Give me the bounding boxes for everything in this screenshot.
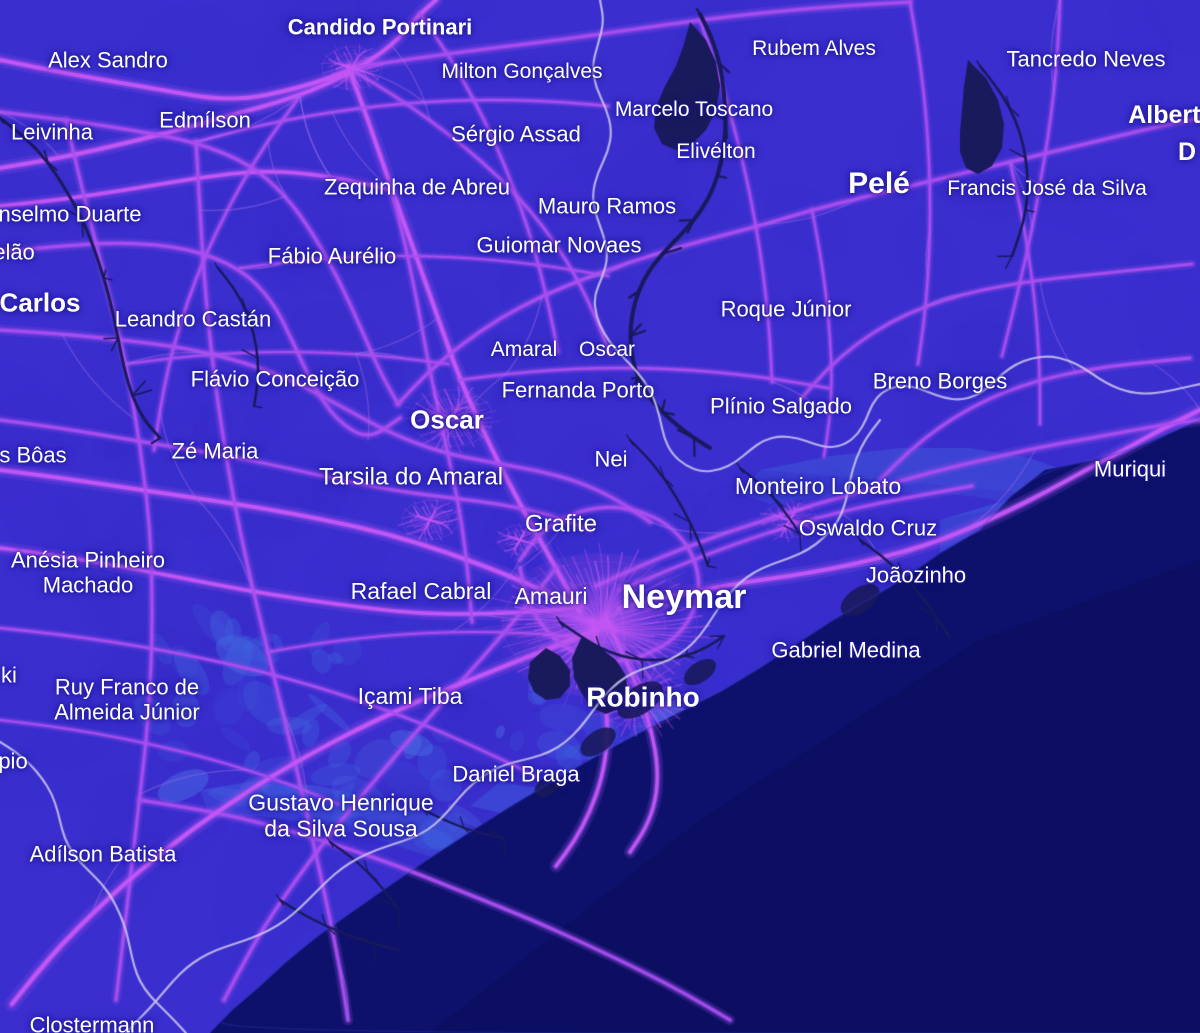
map-place-label[interactable]: Fernanda Porto [502,379,655,404]
map-place-label[interactable]: Elivélton [676,140,755,164]
map-place-label[interactable]: Grafite [525,512,597,539]
map-place-label[interactable]: Rubem Alves [752,37,876,61]
map-place-label[interactable]: Daniel Braga [452,763,579,788]
map-place-label[interactable]: Alex Sandro [48,49,168,74]
map-place-label[interactable]: Gabriel Medina [771,639,920,664]
map-place-label[interactable]: nselmo Duarte [0,203,142,228]
map-place-label[interactable]: Francis José da Silva [947,177,1147,201]
map-place-label[interactable]: Breno Borges [873,370,1008,395]
map-place-label[interactable]: Gustavo Henrique da Silva Sousa [248,790,433,842]
map-place-label[interactable]: Plínio Salgado [710,395,852,420]
map-place-label[interactable]: s Bôas [0,444,67,469]
map-place-label[interactable]: Muriqui [1094,458,1166,483]
map-place-label[interactable]: Zequinha de Abreu [324,176,510,201]
map-place-label[interactable]: Marcelo Toscano [615,98,773,122]
map-place-label[interactable]: Nei [594,448,627,473]
map-place-label[interactable]: elão [0,241,35,266]
map-place-label[interactable]: Edmílson [159,109,251,134]
map-place-label[interactable]: Clostermann [30,1014,155,1033]
map-place-label[interactable]: pio [0,750,28,775]
map-place-label[interactable]: Leandro Castán [115,308,272,333]
map-viewport[interactable]: Candido Portinari Rubem Alves Tancredo Nev… [0,0,1200,1033]
map-place-label[interactable]: Carlos [0,288,80,317]
map-place-label[interactable]: Anésia Pinheiro Machado [11,548,165,597]
map-place-label[interactable]: Amauri [515,584,588,610]
map-place-label[interactable]: Oscar [410,405,484,434]
map-place-label[interactable]: Oscar [579,338,635,362]
map-place-label[interactable]: Ruy Franco de Almeida Júnior [54,675,200,724]
map-place-label[interactable]: Sérgio Assad [451,123,581,148]
map-place-label[interactable]: ki [1,664,17,689]
map-place-label[interactable]: Içami Tiba [358,684,463,710]
map-place-label[interactable]: D [1178,138,1196,166]
map-place-label[interactable]: Mauro Ramos [538,195,676,220]
map-place-label[interactable]: Rafael Cabral [351,579,492,605]
map-place-label[interactable]: Pelé [848,167,910,201]
map-place-label[interactable]: Leivinha [11,121,93,146]
map-place-label[interactable]: Guiomar Novaes [476,234,641,259]
map-place-label[interactable]: Zé Maria [172,440,259,465]
map-place-label[interactable]: Oswaldo Cruz [799,517,937,542]
map-place-label[interactable]: Adílson Batista [30,843,177,868]
map-place-label[interactable]: Flávio Conceição [191,368,360,393]
map-place-label[interactable]: Milton Gonçalves [441,60,602,84]
map-place-label[interactable]: Tarsila do Amaral [319,465,503,492]
map-place-label[interactable]: Candido Portinari [288,16,473,41]
map-place-label[interactable]: Joãozinho [866,564,966,589]
map-place-label[interactable]: Tancredo Neves [1007,48,1166,73]
map-place-label[interactable]: Fábio Aurélio [268,245,396,270]
map-place-label[interactable]: Alberto [1128,101,1200,129]
map-place-label[interactable]: Robinho [586,681,700,712]
map-place-label[interactable]: Roque Júnior [721,298,852,323]
map-place-label[interactable]: Amaral [491,338,558,362]
map-place-label[interactable]: Neymar [622,578,747,616]
map-place-label[interactable]: Monteiro Lobato [735,474,901,500]
map-tile-canvas[interactable] [0,0,1200,1033]
